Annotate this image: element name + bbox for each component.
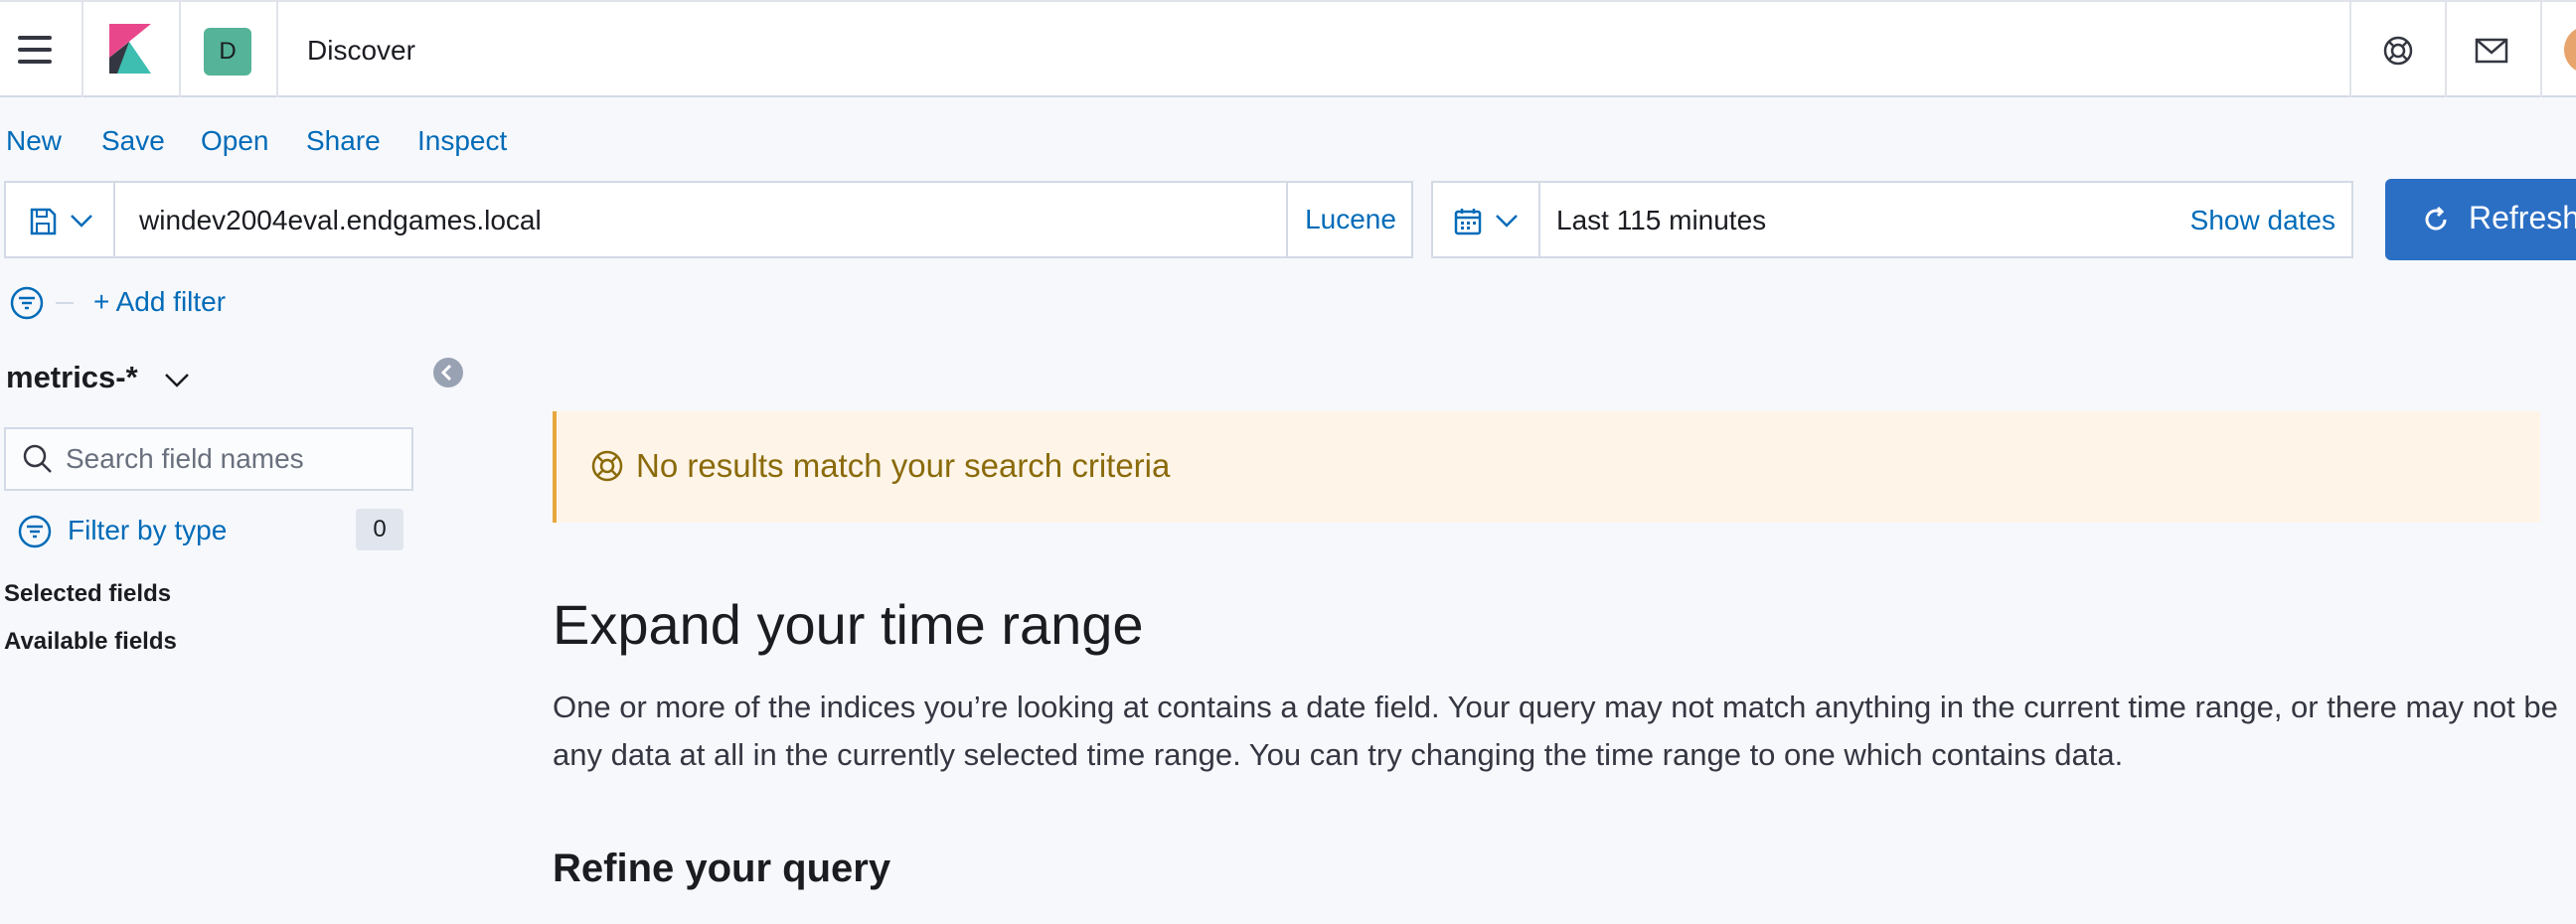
filter-icon[interactable] (10, 286, 44, 320)
inspect-link[interactable]: Inspect (417, 125, 507, 157)
filter-icon (18, 515, 52, 548)
space-avatar[interactable]: D (204, 28, 251, 76)
mail-icon[interactable] (2475, 36, 2508, 66)
header-divider (179, 2, 181, 97)
refresh-icon (2425, 206, 2447, 231)
date-range-text[interactable]: Last 115 minutes (1556, 205, 1766, 236)
save-disk-icon (30, 208, 57, 235)
help-lifebuoy-icon (591, 450, 623, 482)
save-link[interactable]: Save (101, 125, 165, 157)
available-fields-heading: Available fields (4, 628, 177, 655)
header-divider (2349, 2, 2351, 97)
header-divider (81, 2, 83, 97)
query-language-button[interactable]: Lucene (1286, 183, 1413, 256)
no-results-callout: No results match your search criteria (553, 411, 2540, 523)
filter-divider (56, 302, 74, 304)
share-link[interactable]: Share (306, 125, 381, 157)
saved-query-button[interactable] (6, 183, 115, 256)
chevron-down-icon (71, 215, 92, 228)
header-divider (2540, 2, 2542, 97)
help-lifebuoy-icon[interactable] (2381, 36, 2415, 66)
hamburger-icon[interactable] (18, 36, 56, 64)
new-link[interactable]: New (6, 125, 62, 157)
add-filter-button[interactable]: + Add filter (93, 286, 226, 318)
header-divider (2445, 2, 2447, 97)
index-pattern-label: metrics-* (6, 360, 138, 394)
open-link[interactable]: Open (201, 125, 269, 157)
filter-by-type-label: Filter by type (68, 515, 228, 545)
refresh-label: Refresh (2469, 200, 2576, 235)
top-header: D Discover (0, 0, 2576, 97)
callout-title: No results match your search criteria (636, 447, 1171, 484)
query-bar: windev2004eval.endgames.local Lucene (4, 181, 1413, 258)
search-icon (23, 444, 52, 473)
filter-count-badge: 0 (356, 509, 403, 550)
kibana-logo-icon[interactable] (109, 24, 151, 74)
expand-time-range-text: One or more of the indices you’re lookin… (553, 690, 2558, 772)
collapse-sidebar-button[interactable] (433, 358, 463, 387)
index-pattern-selector[interactable]: metrics-* (6, 360, 190, 395)
search-field-names[interactable] (4, 427, 413, 491)
quick-menu-button[interactable] (1433, 183, 1540, 256)
query-input[interactable]: windev2004eval.endgames.local (139, 205, 542, 236)
search-field-input[interactable] (66, 429, 403, 489)
show-dates-button[interactable]: Show dates (2190, 205, 2335, 236)
chevron-down-icon (165, 373, 190, 387)
collapse-arrow-icon (440, 364, 452, 382)
expand-time-range-heading: Expand your time range (553, 593, 1144, 656)
page-title: Discover (307, 35, 415, 66)
selected-fields-heading: Selected fields (4, 580, 172, 607)
calendar-icon (1454, 209, 1482, 235)
date-picker: Last 115 minutes Show dates (1431, 181, 2353, 258)
header-divider (276, 2, 278, 97)
refresh-button[interactable]: Refresh (2385, 179, 2576, 260)
refine-query-heading: Refine your query (553, 847, 891, 890)
chevron-down-icon (1496, 215, 1518, 228)
user-avatar[interactable] (2564, 26, 2576, 74)
